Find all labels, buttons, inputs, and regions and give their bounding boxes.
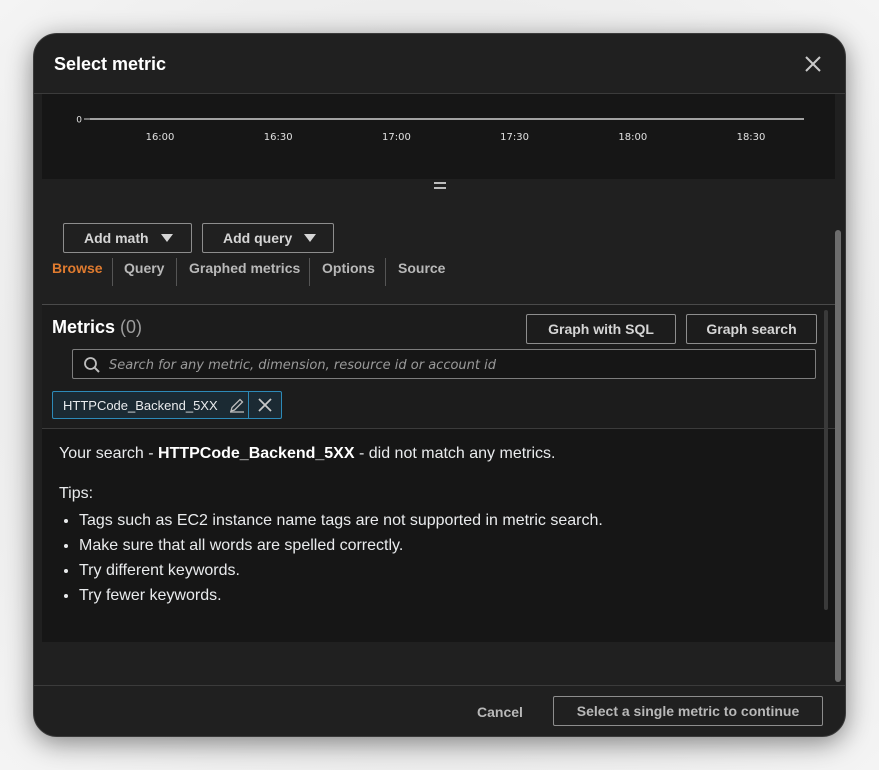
caret-down-icon xyxy=(304,234,317,242)
result-term: HTTPCode_Backend_5XX xyxy=(158,445,355,462)
metrics-header: Metrics (0) Graph with SQL Graph search … xyxy=(42,305,835,429)
tip-item: Try different keywords. xyxy=(79,558,603,583)
y-tick-label: 0 xyxy=(76,116,82,126)
search-token: HTTPCode_Backend_5XX xyxy=(52,391,282,419)
panel-scrollbar[interactable] xyxy=(824,310,828,610)
tip-item: Try fewer keywords. xyxy=(79,583,603,608)
result-prefix: Your search - xyxy=(59,445,159,462)
edit-pencil-icon[interactable] xyxy=(226,392,248,418)
dialog-footer: Cancel Select a single metric to continu… xyxy=(34,685,845,736)
tab-divider xyxy=(309,258,310,286)
tip-item: Tags such as EC2 instance name tags are … xyxy=(79,508,603,533)
no-results-message: Your search - HTTPCode_Backend_5XX - did… xyxy=(59,445,556,463)
metric-search-input[interactable] xyxy=(107,350,811,380)
metric-graph: 0 16:00 16:30 17:00 17:30 18:00 18:30 xyxy=(42,94,835,179)
graph-search-button[interactable]: Graph search xyxy=(686,314,817,344)
dialog-scrollbar[interactable] xyxy=(835,230,841,682)
browse-panel: Metrics (0) Graph with SQL Graph search … xyxy=(42,305,835,642)
tab-divider xyxy=(112,258,113,286)
x-tick-label: 17:00 xyxy=(382,132,411,143)
x-tick-label: 16:30 xyxy=(264,132,293,143)
add-query-label: Add query xyxy=(223,230,293,246)
x-tick-label: 18:00 xyxy=(618,132,647,143)
tab-options[interactable]: Options xyxy=(322,260,375,276)
remove-token-icon[interactable] xyxy=(247,392,281,418)
metrics-count: (0) xyxy=(120,317,143,337)
tips-list: Tags such as EC2 instance name tags are … xyxy=(59,508,603,608)
tip-item: Make sure that all words are spelled cor… xyxy=(79,533,603,558)
token-label: HTTPCode_Backend_5XX xyxy=(63,397,218,413)
select-metric-dialog: Select metric 0 16:00 16:30 17:00 17:30 18:00… xyxy=(33,33,846,737)
tab-source[interactable]: Source xyxy=(398,260,445,276)
resize-handle[interactable] xyxy=(434,182,446,192)
metrics-title: Metrics xyxy=(52,317,116,337)
tab-divider xyxy=(176,258,177,286)
tab-graphed-metrics[interactable]: Graphed metrics xyxy=(189,260,300,276)
add-math-button[interactable]: Add math xyxy=(63,223,192,253)
cancel-button[interactable]: Cancel xyxy=(477,704,523,720)
continue-button[interactable]: Select a single metric to continue xyxy=(553,696,823,726)
graph-with-sql-button[interactable]: Graph with SQL xyxy=(526,314,676,344)
metrics-heading: Metrics (0) xyxy=(52,317,142,338)
x-tick-label: 16:00 xyxy=(146,132,175,143)
x-tick-label: 18:30 xyxy=(737,132,766,143)
close-icon[interactable] xyxy=(803,54,823,74)
metric-search-box xyxy=(72,349,816,380)
result-suffix: - did not match any metrics. xyxy=(354,445,556,462)
tab-browse[interactable]: Browse xyxy=(52,260,103,276)
add-query-button[interactable]: Add query xyxy=(202,223,334,253)
graph-svg: 0 16:00 16:30 17:00 17:30 18:00 18:30 xyxy=(76,116,804,143)
caret-down-icon xyxy=(160,234,173,242)
tips-title: Tips: xyxy=(59,485,94,502)
tab-divider xyxy=(385,258,386,286)
dialog-header: Select metric xyxy=(34,34,845,94)
dialog-title: Select metric xyxy=(54,54,167,74)
x-tick-label: 17:30 xyxy=(500,132,529,143)
add-math-label: Add math xyxy=(84,230,149,246)
search-icon xyxy=(83,356,101,379)
tab-query[interactable]: Query xyxy=(124,260,164,276)
